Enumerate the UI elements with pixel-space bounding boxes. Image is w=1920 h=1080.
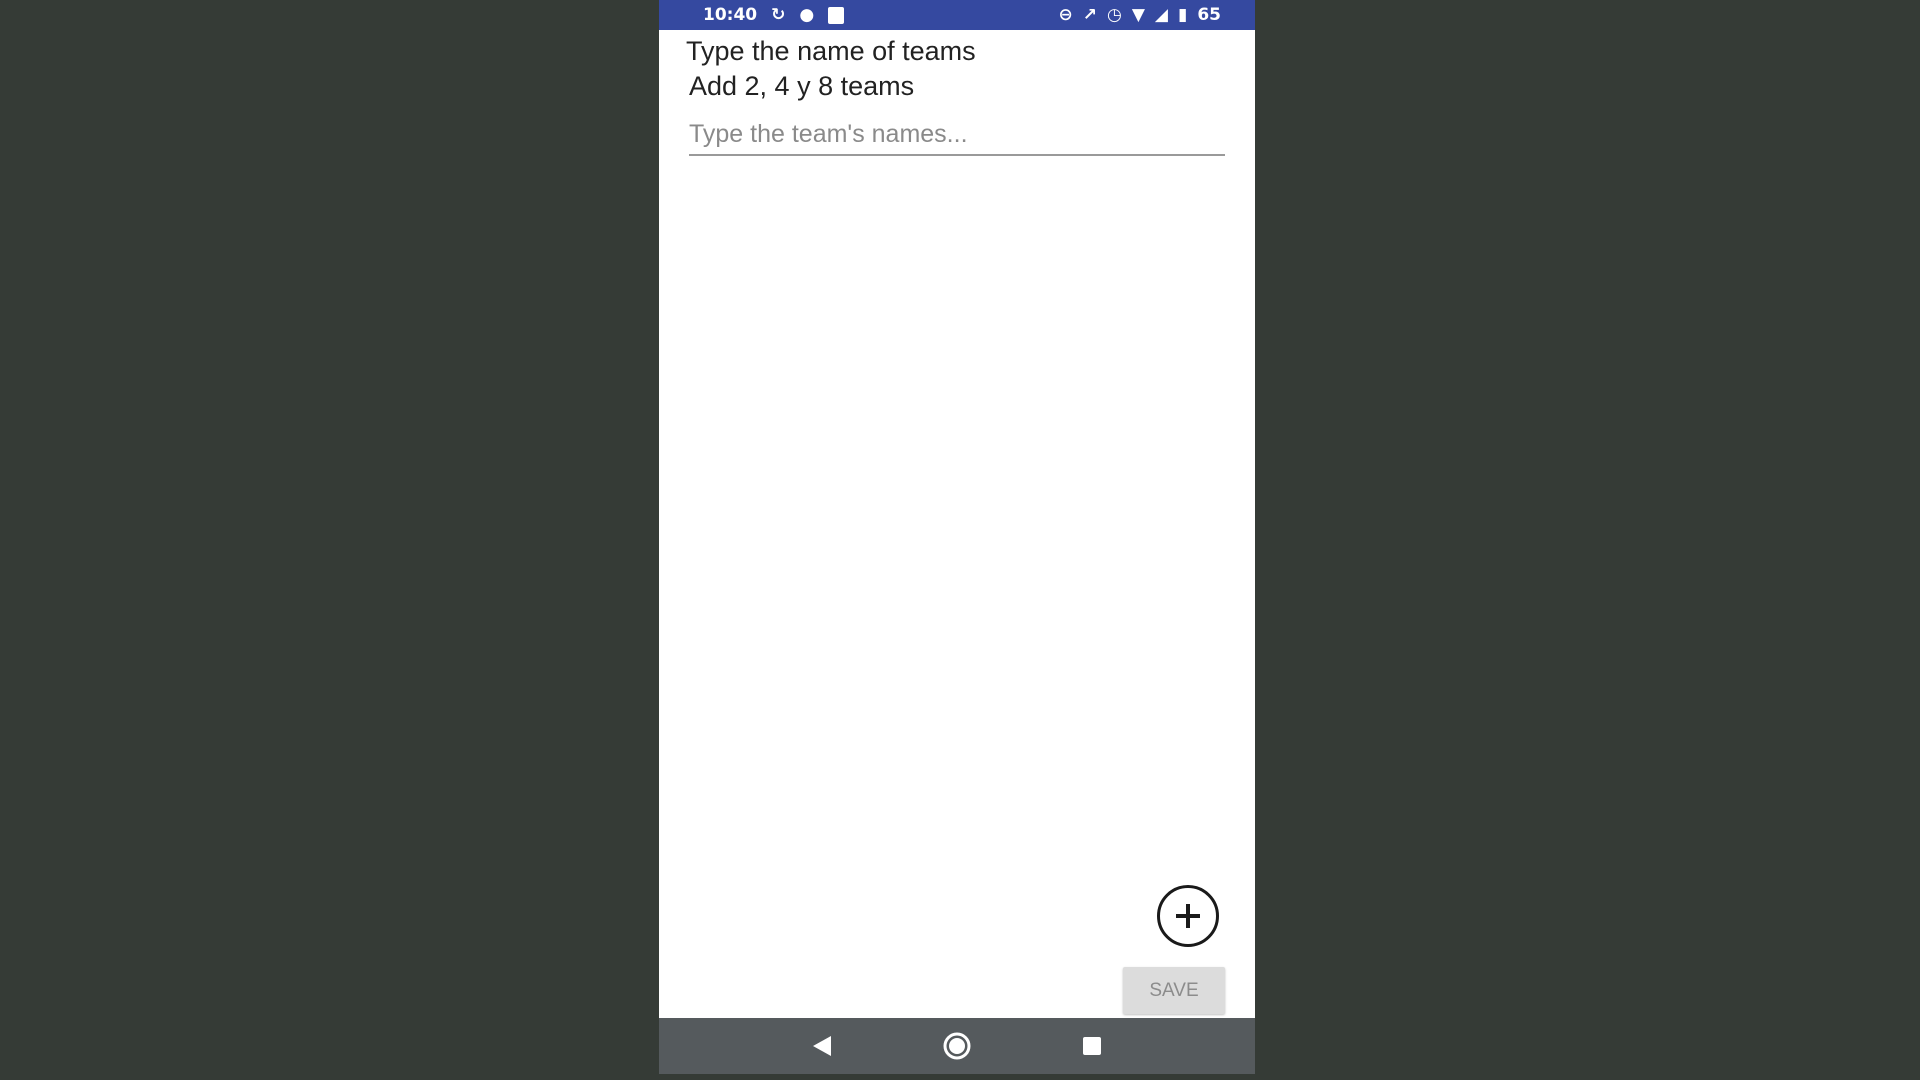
add-team-button[interactable]: [1157, 885, 1219, 947]
page-title: Type the name of teams: [686, 36, 976, 66]
home-button[interactable]: [937, 1026, 977, 1066]
navigation-bar: [659, 1018, 1255, 1074]
home-circle-icon: [943, 1032, 971, 1060]
image-icon: [828, 6, 845, 24]
status-bar: 10:40 ↻ ● ⊖ ↗ ◷ ▼ ◢ ▮ 65: [659, 0, 1255, 30]
status-bar-left: 10:40 ↻ ●: [703, 4, 845, 25]
wifi-icon: ▼: [1131, 4, 1145, 25]
team-name-input[interactable]: [689, 118, 1225, 156]
notification-icon: ●: [799, 4, 815, 25]
back-button[interactable]: [802, 1026, 842, 1066]
page-subtitle: Add 2, 4 y 8 teams: [689, 71, 915, 101]
nfc-icon: ↗: [1082, 4, 1097, 25]
status-time: 10:40: [703, 5, 758, 25]
status-bar-right: ⊖ ↗ ◷ ▼ ◢ ▮ 65: [1058, 5, 1221, 25]
back-triangle-icon: [812, 1036, 831, 1056]
do-not-disturb-icon: ⊖: [1058, 4, 1073, 25]
alarm-icon: ◷: [1106, 4, 1122, 25]
recents-button[interactable]: [1072, 1026, 1112, 1066]
battery-icon: ▮: [1177, 4, 1188, 25]
recents-square-icon: [1083, 1037, 1102, 1055]
phone-screen: 10:40 ↻ ● ⊖ ↗ ◷ ▼ ◢ ▮ 65 Type the name o…: [659, 0, 1255, 1074]
signal-icon: ◢: [1154, 4, 1168, 25]
sync-icon: ↻: [771, 4, 786, 25]
plus-circle-icon: [1176, 904, 1200, 928]
save-button[interactable]: SAVE: [1123, 967, 1225, 1014]
battery-level: 65: [1197, 5, 1221, 25]
